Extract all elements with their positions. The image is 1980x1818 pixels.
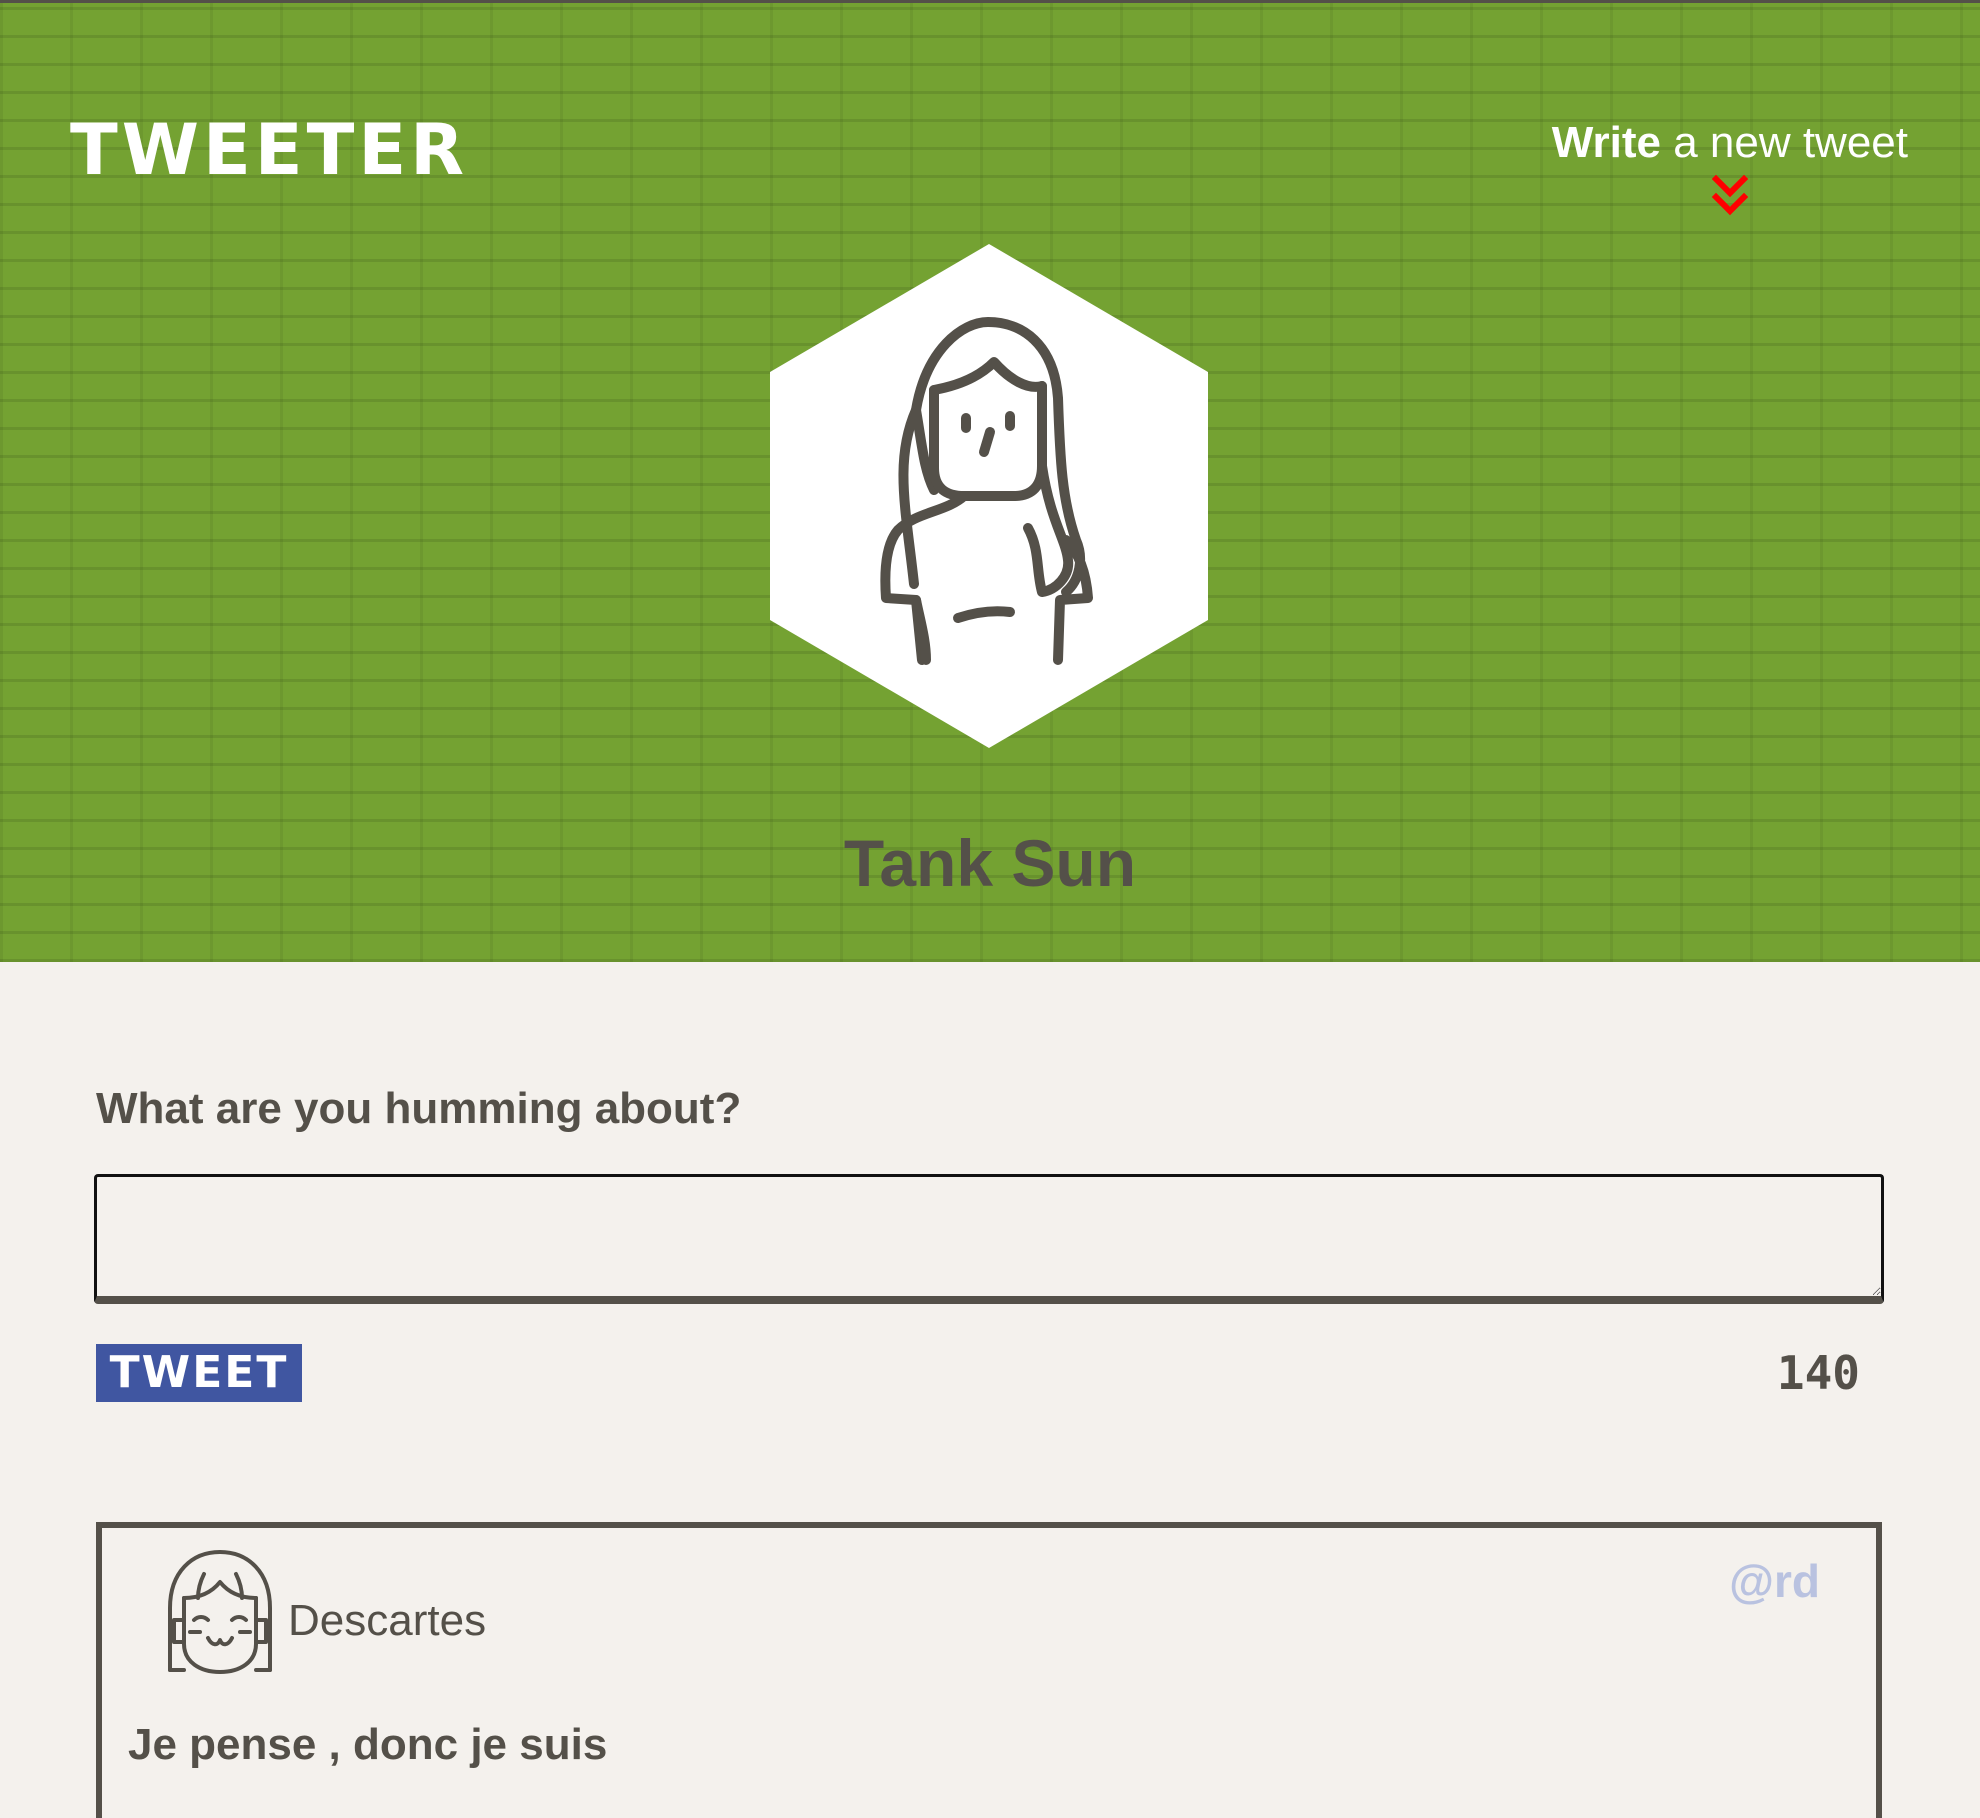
write-label-bold: Write	[1551, 118, 1661, 167]
smiling-girl-avatar-icon	[168, 1550, 272, 1674]
double-chevron-down-icon[interactable]	[1710, 173, 1750, 217]
profile-avatar-hexagon	[770, 244, 1208, 748]
write-new-tweet-toggle[interactable]: Write a new tweet	[1552, 121, 1908, 217]
main-content: What are you humming about? TWEET 140 De…	[0, 962, 1980, 1818]
tweet-input[interactable]	[94, 1174, 1884, 1304]
write-label-rest: a new tweet	[1660, 118, 1908, 167]
tweet-card: Descartes @rd Je pense , donc je suis	[96, 1522, 1882, 1818]
tweet-author-handle: @rd	[1729, 1555, 1820, 1607]
profile-name: Tank Sun	[843, 826, 1137, 900]
tweet-button[interactable]: TWEET	[96, 1344, 302, 1402]
compose-label: What are you humming about?	[96, 1084, 742, 1133]
brand-logo[interactable]: TWEETER	[70, 115, 468, 185]
tweet-author-name: Descartes	[288, 1596, 487, 1645]
profile-avatar	[766, 240, 1212, 752]
page-header: TWEETER Write a new tweet Tank Sun	[0, 0, 1980, 962]
write-new-tweet-label[interactable]: Write a new tweet	[1552, 121, 1908, 165]
tweet-text: Je pense , donc je suis	[128, 1720, 608, 1769]
character-counter: 140	[1776, 1346, 1860, 1400]
